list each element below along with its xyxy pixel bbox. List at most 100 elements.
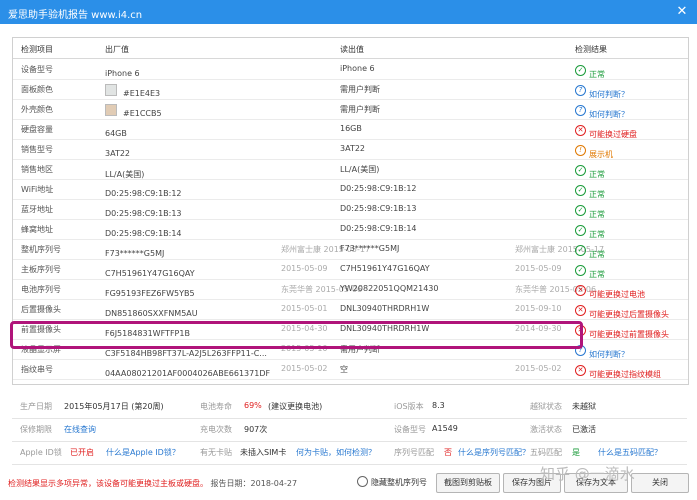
jailbreak-value: 未越狱 bbox=[572, 402, 596, 411]
battery-life-value: 69% bbox=[244, 401, 262, 410]
row-factory-value: 64GB bbox=[105, 129, 127, 138]
row-factory-value: C3F5184HB98FT37L-A2J5L263FFP11-C... bbox=[105, 349, 267, 358]
check-icon: ✓ bbox=[575, 245, 586, 256]
row-read-date: 2015-05-02 bbox=[515, 364, 562, 373]
five-code-link[interactable]: 什么是五码匹配？ bbox=[598, 447, 662, 458]
row-result: ✓ 正常 bbox=[575, 184, 605, 199]
ios-version-value: 8.3 bbox=[432, 401, 445, 410]
row-result: ✓ 正常 bbox=[575, 64, 605, 79]
row-factory-value: D0:25:98:C9:1B:12 bbox=[105, 189, 182, 198]
row-item: 整机序列号 bbox=[21, 245, 61, 254]
table-row: 主板序列号 C7H51961Y47G16QAY 2015-05-09 C7H51961… bbox=[13, 259, 688, 280]
hide-serial-checkbox[interactable]: 隐藏整机序列号 bbox=[357, 476, 427, 488]
row-factory-value: FG95193FEZ6FW5YB5 bbox=[105, 289, 195, 298]
row-factory-value: D0:25:98:C9:1B:14 bbox=[105, 229, 182, 238]
table-row: 外壳颜色 #E1CCB5 需用户判断 ? 如何判断？ bbox=[13, 99, 688, 120]
row-item: 蓝牙地址 bbox=[21, 205, 53, 214]
row-result: ✓ 正常 bbox=[575, 224, 605, 239]
row-result: ! 展示机 bbox=[575, 144, 613, 159]
row-factory-value: 04AA08021201AF0004026ABE661371DF bbox=[105, 369, 271, 378]
row-factory-value: DN851860SXXFNM5AU bbox=[105, 309, 198, 318]
table-row: 蜂窝地址 D0:25:98:C9:1B:14 D0:25:98:C9:1B:14 ✓ 正… bbox=[13, 219, 688, 240]
row-factory-value: #E1CCB5 bbox=[123, 109, 162, 118]
sim-sticker-value: 未插入SIM卡 bbox=[240, 448, 287, 457]
serial-match-link[interactable]: 什么是序列号匹配？ bbox=[458, 447, 530, 458]
row-factory-date: 2015-05-01 bbox=[281, 304, 328, 313]
watermark: 知乎 @一滴水 bbox=[540, 465, 635, 483]
production-date-label: 生产日期 bbox=[20, 402, 52, 411]
close-button[interactable]: 关闭 bbox=[631, 473, 689, 493]
five-code-value: 是 bbox=[572, 448, 580, 457]
activation-label: 激活状态 bbox=[530, 425, 562, 434]
row-item: 电池序列号 bbox=[21, 285, 61, 294]
row-read: 需用户判断 bbox=[340, 105, 380, 114]
battery-life-label: 电池寿命 bbox=[200, 402, 232, 411]
row-result: ✕ 可能换过硬盘 bbox=[575, 124, 637, 139]
report-date: 报告日期：2018-04-27 bbox=[210, 479, 298, 488]
warranty-link[interactable]: 在线查询 bbox=[64, 424, 96, 435]
production-date-value: 2015年05月17日 (第20周) bbox=[64, 402, 164, 411]
summary-row: 保修期限 在线查询 充电次数 907次 设备型号 A1549 激活状态 已激活 bbox=[12, 418, 687, 442]
warning-icon: ! bbox=[575, 145, 586, 156]
row-result[interactable]: ? 如何判断？ bbox=[575, 84, 629, 99]
row-read: 空 bbox=[340, 365, 348, 374]
row-factory-value: #E1E4E3 bbox=[123, 89, 161, 98]
apple-id-lock-value: 已开启 bbox=[70, 448, 94, 457]
serial-match-label: 序列号匹配 bbox=[394, 448, 434, 457]
row-result: ✕ 可能更换过电池 bbox=[575, 284, 645, 299]
row-item: 指纹串号 bbox=[21, 365, 53, 374]
charge-count-label: 充电次数 bbox=[200, 425, 232, 434]
row-factory-value: 3AT22 bbox=[105, 149, 131, 158]
sim-sticker-link[interactable]: 何为卡贴，如何检测？ bbox=[296, 447, 376, 458]
row-read: iPhone 6 bbox=[340, 64, 375, 73]
table-row: 指纹串号 04AA08021201AF0004026ABE661371DF 2015… bbox=[13, 359, 688, 380]
table-row: 蓝牙地址 D0:25:98:C9:1B:13 D0:25:98:C9:1B:13 ✓ 正… bbox=[13, 199, 688, 220]
table-header: 检测项目 出厂值 读出值 检测结果 bbox=[13, 38, 688, 59]
device-model-value: A1549 bbox=[432, 424, 458, 433]
header-read: 读出值 bbox=[340, 45, 364, 54]
check-icon: ✓ bbox=[575, 65, 586, 76]
checkbox-icon bbox=[357, 476, 368, 487]
row-read: D0:25:98:C9:1B:12 bbox=[340, 184, 417, 193]
screenshot-clipboard-button[interactable]: 截图到剪贴板 bbox=[436, 473, 500, 493]
cross-icon: ✕ bbox=[575, 305, 586, 316]
warning-text: 检测结果显示多项异常，该设备可能更换过主板或硬盘。 bbox=[8, 479, 208, 488]
row-read-date: 2015-05-09 bbox=[515, 264, 562, 273]
color-swatch bbox=[105, 104, 117, 116]
row-item: WiFi地址 bbox=[21, 185, 54, 194]
row-factory: #E1CCB5 bbox=[105, 104, 162, 118]
row-item: 销售地区 bbox=[21, 165, 53, 174]
header-item: 检测项目 bbox=[21, 45, 53, 54]
row-item: 硬盘容量 bbox=[21, 125, 53, 134]
warning-message: 检测结果显示多项异常，该设备可能更换过主板或硬盘。 报告日期：2018-04-2… bbox=[8, 478, 297, 489]
row-result: ✓ 正常 bbox=[575, 164, 605, 179]
row-result: ✓ 正常 bbox=[575, 244, 605, 259]
table-row: 后置摄像头 DN851860SXXFNM5AU 2015-05-01 DNL30940… bbox=[13, 299, 688, 320]
table-row: 销售地区 LL/A(美国) LL/A(美国) ✓ 正常 bbox=[13, 159, 688, 180]
title-bar: 爱思助手验机报告 www.i4.cn ✕ bbox=[0, 0, 697, 24]
check-icon: ✓ bbox=[575, 225, 586, 236]
summary-row: 生产日期 2015年05月17日 (第20周) 电池寿命 69% (建议更换电池… bbox=[12, 395, 687, 419]
cross-icon: ✕ bbox=[575, 125, 586, 136]
question-icon: ? bbox=[575, 85, 586, 96]
hide-serial-label: 隐藏整机序列号 bbox=[371, 478, 427, 487]
jailbreak-label: 越狱状态 bbox=[530, 402, 562, 411]
apple-id-lock-link[interactable]: 什么是Apple ID锁？ bbox=[106, 447, 180, 458]
table-row: 面板颜色 #E1E4E3 需用户判断 ? 如何判断？ bbox=[13, 79, 688, 100]
activation-value: 已激活 bbox=[572, 425, 596, 434]
row-result: ✓ 正常 bbox=[575, 264, 605, 279]
row-factory-date: 2015-05-09 bbox=[281, 264, 328, 273]
row-result[interactable]: ? 如何判断？ bbox=[575, 104, 629, 119]
highlight-box bbox=[10, 321, 583, 349]
check-icon: ✓ bbox=[575, 205, 586, 216]
row-read: DNL30940THRDRH1W bbox=[340, 304, 430, 313]
table-row: 整机序列号 F73******G5MJ 郑州富士康 2015-05-17 F73***… bbox=[13, 239, 688, 260]
check-icon: ✓ bbox=[575, 265, 586, 276]
row-item: 后置摄像头 bbox=[21, 305, 61, 314]
row-read: 3AT22 bbox=[340, 144, 366, 153]
charge-count-value: 907次 bbox=[244, 425, 268, 434]
header-result: 检测结果 bbox=[575, 45, 607, 54]
row-result: ✕ 可能更换过指纹模组 bbox=[575, 364, 661, 379]
row-factory-value: iPhone 6 bbox=[105, 69, 140, 78]
close-icon[interactable]: ✕ bbox=[673, 3, 691, 21]
